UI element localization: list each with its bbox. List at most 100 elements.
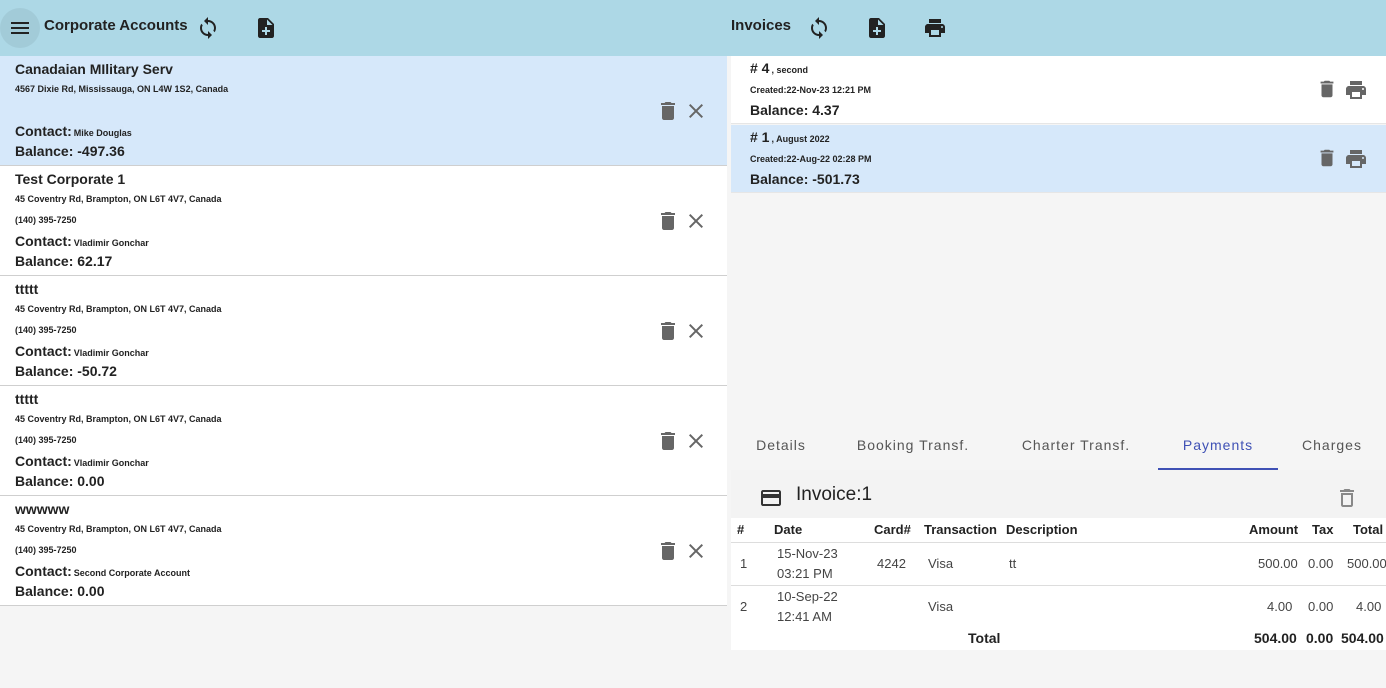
account-name: Test Corporate 1 [15,171,126,187]
row-tax: 0.00 [1308,599,1334,614]
row-total: 500.00 [1347,556,1386,571]
add-invoice-button[interactable] [857,8,897,48]
account-item[interactable]: ttttt 45 Coventry Rd, Brampton, ON L6T 4… [0,276,727,386]
account-item[interactable]: Canadaian MIlitary Serv 4567 Dixie Rd, M… [0,56,727,166]
trash-icon [661,542,675,560]
contact-label: Contact: [15,453,72,469]
contact-value: Second Corporate Account [73,568,190,578]
tab-details[interactable]: Details [731,420,831,470]
delete-account-button[interactable] [656,209,680,233]
delete-account-button[interactable] [656,429,680,453]
account-address: 45 Coventry Rd, Brampton, ON L6T 4V7, Ca… [15,194,222,204]
account-balance: Balance: -50.72 [15,363,117,379]
account-name: Canadaian MIlitary Serv [15,61,173,77]
payments-panel: Invoice:1 # Date Card# Transaction Descr… [731,470,1386,650]
row-tax: 0.00 [1308,556,1334,571]
corporate-accounts-title: Corporate Accounts [44,17,188,34]
tab-charges[interactable]: Charges [1286,420,1378,470]
account-name: ttttt [15,281,39,297]
col-description: Description [1006,522,1078,537]
add-account-button[interactable] [246,8,286,48]
print-invoice-button[interactable] [1343,147,1369,171]
delete-account-button[interactable] [656,319,680,343]
payments-header: Invoice:1 [731,470,1386,518]
close-account-button[interactable] [684,539,708,563]
delete-account-button[interactable] [656,539,680,563]
payments-invoice-title: Invoice:1 [796,484,873,505]
close-account-button[interactable] [684,99,708,123]
row-transaction: Visa [928,599,954,614]
account-contact: Contact: Second Corporate Account [15,563,190,579]
invoice-number: # 1, August 2022 [750,129,830,145]
row-time: 12:41 AM [777,609,832,624]
account-item[interactable]: wwwww 45 Coventry Rd, Brampton, ON L6T 4… [0,496,727,606]
col-tax: Tax [1312,522,1334,537]
refresh-accounts-button[interactable] [188,8,228,48]
menu-icon [11,22,29,34]
col-num: # [737,522,745,537]
invoice-number: # 4, second [750,60,808,76]
account-phone: (140) 395-7250 [15,435,77,445]
tab-booking-transf[interactable]: Booking Transf. [843,420,983,470]
account-item[interactable]: Test Corporate 1 45 Coventry Rd, Brampto… [0,166,727,276]
account-contact: Contact: Vladimir Gonchar [15,233,149,249]
divider [731,585,1386,586]
account-item[interactable]: ttttt 45 Coventry Rd, Brampton, ON L6T 4… [0,386,727,496]
close-icon [689,214,703,228]
account-contact: Contact: Mike Douglas [15,123,132,139]
row-amount: 4.00 [1267,599,1293,614]
row-description: tt [1009,556,1017,571]
contact-value: Vladimir Gonchar [73,458,149,468]
row-num: 1 [740,556,748,571]
contact-value: Vladimir Gonchar [73,348,149,358]
close-icon [689,104,703,118]
account-name: ttttt [15,391,39,407]
print-invoice-button[interactable] [1343,78,1369,102]
invoice-number-value: # 4 [750,60,770,76]
trash-icon [661,432,675,450]
print-invoices-button[interactable] [915,8,955,48]
delete-invoice-button[interactable] [1316,78,1338,100]
tab-payments[interactable]: Payments [1158,420,1278,470]
invoice-created: Created:22-Aug-22 02:28 PM [750,154,872,164]
col-total: Total [1353,522,1384,537]
close-account-button[interactable] [684,209,708,233]
refresh-invoices-button[interactable] [799,8,839,48]
close-icon [689,434,703,448]
account-balance: Balance: 62.17 [15,253,113,269]
account-phone: (140) 395-7250 [15,325,77,335]
delete-invoice-button[interactable] [1316,147,1338,169]
row-num: 2 [740,599,748,614]
row-total: 4.00 [1356,599,1382,614]
contact-value: Mike Douglas [73,128,132,138]
close-account-button[interactable] [684,319,708,343]
trash-icon [661,322,675,340]
row-amount: 500.00 [1258,556,1298,571]
trash-outline-icon [1340,489,1354,507]
close-account-button[interactable] [684,429,708,453]
total-tax: 0.00 [1306,630,1334,646]
menu-button[interactable] [0,8,40,48]
delete-payment-button[interactable] [1335,486,1359,510]
account-phone: (140) 395-7250 [15,545,77,555]
invoice-item[interactable]: # 1, August 2022 Created:22-Aug-22 02:28… [731,125,1386,193]
invoices-title: Invoices [731,17,792,34]
contact-label: Contact: [15,563,72,579]
tab-charter-transf[interactable]: Charter Transf. [1006,420,1146,470]
trash-icon [661,102,675,120]
row-time: 03:21 PM [777,566,833,581]
col-card: Card# [874,522,911,537]
invoice-description: , second [771,65,808,75]
refresh-icon [200,17,216,39]
credit-card-icon [759,486,783,510]
print-icon [925,19,945,37]
trash-icon [661,212,675,230]
account-balance: Balance: 0.00 [15,473,105,489]
print-icon [1346,150,1366,168]
total-total: 504.00 [1341,630,1384,646]
invoice-description: , August 2022 [771,134,830,144]
close-icon [689,544,703,558]
invoice-balance: Balance: -501.73 [750,171,860,187]
invoice-item[interactable]: # 4, second Created:22-Nov-23 12:21 PM B… [731,56,1386,124]
delete-account-button[interactable] [656,99,680,123]
